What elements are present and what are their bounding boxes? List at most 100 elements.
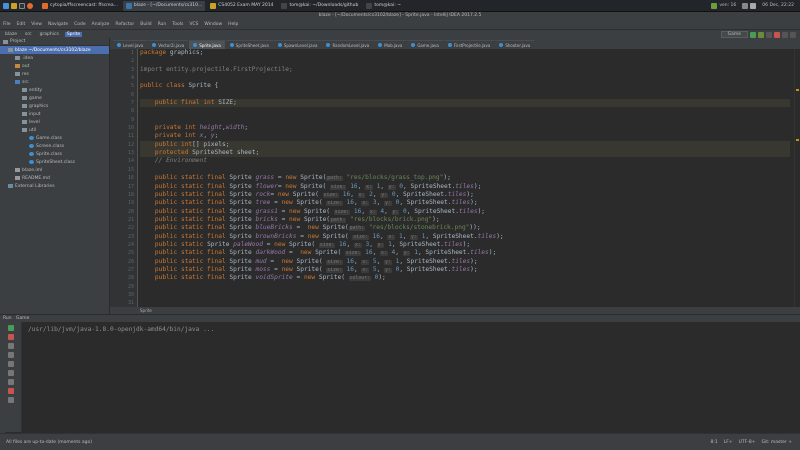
project-panel-title[interactable]: Project — [10, 39, 25, 44]
class-icon — [378, 43, 383, 47]
taskbar: cytopia/ffscreencast: ffscrea... blaze - … — [0, 0, 800, 12]
scroll-to-end-icon[interactable] — [7, 352, 14, 358]
run-config-select[interactable]: Game — [720, 31, 748, 38]
line-separator[interactable]: LF÷ — [724, 440, 733, 445]
menu-item-refactor[interactable]: Refactor — [115, 22, 134, 27]
tree-item[interactable]: out — [0, 62, 109, 70]
menu-item-vcs[interactable]: VCS — [189, 22, 198, 27]
caret-position[interactable]: 8:1 — [710, 440, 717, 445]
tree-item[interactable]: blaze.iml — [0, 166, 109, 174]
tree-item[interactable]: .idea — [0, 54, 109, 62]
tree-item[interactable]: src — [0, 78, 109, 86]
editor-tab[interactable]: RandomLevel.java — [322, 40, 374, 49]
console-output[interactable]: /usr/lib/jvm/java-1.8.0-openjdk-amd64/bi… — [22, 322, 800, 432]
rerun-icon[interactable] — [7, 325, 14, 331]
menu-item-window[interactable]: Window — [204, 22, 222, 27]
editor-tab[interactable]: SpawnLevel.java — [273, 40, 322, 49]
menu-item-tools[interactable]: Tools — [172, 22, 183, 27]
app-menu-icon[interactable] — [3, 2, 9, 9]
pause-icon[interactable] — [7, 343, 14, 349]
settings-icon[interactable] — [7, 361, 14, 367]
stop-icon[interactable] — [774, 31, 780, 38]
coverage-icon[interactable] — [766, 31, 772, 38]
editor-tab[interactable]: Shooter.java — [495, 40, 535, 49]
layout-icon[interactable] — [7, 370, 14, 376]
menu-item-navigate[interactable]: Navigate — [48, 22, 68, 27]
editor-breadcrumb[interactable]: Sprite — [110, 307, 800, 314]
tree-item[interactable]: graphics — [0, 102, 109, 110]
code-token: = — [296, 232, 308, 240]
menu-item-analyze[interactable]: Analyze — [92, 22, 110, 27]
menu-item-file[interactable]: File — [3, 22, 11, 27]
status-message[interactable]: All files are up-to-date (moments ago) — [6, 440, 92, 445]
project-tree: blaze ~/Documents/cs3102/blaze .idea out re… — [0, 46, 109, 190]
help-icon[interactable] — [7, 397, 14, 403]
vcs-branch[interactable]: Git: master ÷ — [761, 440, 792, 445]
breadcrumb-item[interactable]: graphics — [38, 32, 61, 37]
terminal-icon[interactable] — [19, 2, 25, 9]
file-manager-icon[interactable] — [11, 2, 17, 9]
tree-item[interactable]: game — [0, 94, 109, 102]
tree-item[interactable]: level — [0, 118, 109, 126]
editor-tab[interactable]: Sprite.java — [189, 40, 225, 49]
taskbar-task-label: cytopia/ffscreencast: ffscrea... — [50, 3, 118, 8]
code-token: Sprite — [207, 240, 234, 248]
debug-icon[interactable] — [758, 31, 764, 38]
tree-item[interactable]: External Libraries — [0, 182, 109, 190]
editor-tab[interactable]: Level.java — [113, 40, 148, 49]
tree-item[interactable]: Game.class — [0, 134, 109, 142]
line-number: 25 — [127, 250, 134, 257]
taskbar-task[interactable]: tom@kai: ~ — [363, 1, 404, 11]
stop-icon[interactable] — [7, 334, 14, 340]
volume-icon[interactable] — [742, 2, 749, 9]
tree-item-label: input — [29, 111, 41, 117]
tree-item[interactable]: util — [0, 126, 109, 134]
run-panel-label[interactable]: Run — [3, 316, 12, 321]
menu-item-build[interactable]: Build — [140, 22, 151, 27]
taskbar-task[interactable]: cytopia/ffscreencast: ffscrea... — [39, 1, 121, 11]
tree-item[interactable]: Screen.class — [0, 142, 109, 150]
browser-icon[interactable] — [27, 2, 33, 9]
run-icon[interactable] — [750, 31, 756, 38]
breadcrumb-item[interactable]: blaze — [3, 32, 19, 37]
code-token: public static final — [140, 207, 230, 215]
menu-item-view[interactable]: View — [31, 22, 42, 27]
menu-item-help[interactable]: Help — [228, 22, 238, 27]
run-panel-config[interactable]: Game — [16, 316, 29, 321]
file-encoding[interactable]: UTF-8÷ — [739, 440, 756, 445]
breadcrumb-item[interactable]: Sprite — [64, 31, 83, 37]
editor-tab[interactable]: Mob.java — [374, 40, 407, 49]
editor-tab[interactable]: SpriteSheet.java — [225, 40, 273, 49]
network-icon[interactable] — [711, 2, 718, 9]
code-line: // Environment — [140, 157, 790, 165]
code-token: path: — [348, 226, 366, 232]
taskbar-task[interactable]: blaze - [~/Documents/cs310... — [122, 0, 206, 11]
build-icon[interactable] — [782, 31, 788, 38]
editor-scrollbar[interactable] — [794, 49, 800, 307]
search-icon[interactable] — [790, 31, 796, 38]
tree-item[interactable]: SpriteSheet.class — [0, 158, 109, 166]
code-token: , — [380, 182, 388, 190]
tree-item[interactable]: Sprite.class — [0, 150, 109, 158]
tree-item[interactable]: blaze ~/Documents/cs3102/blaze — [0, 46, 109, 54]
breadcrumb-item[interactable]: src — [23, 32, 34, 37]
editor-tab[interactable]: FirstProjectile.java — [443, 40, 495, 49]
tree-item[interactable]: entity — [0, 86, 109, 94]
editor-tab[interactable]: Vector2i.java — [148, 40, 189, 49]
taskbar-task[interactable]: CS4052 Exam MAY 2014 — [207, 1, 276, 11]
file-icon — [15, 168, 20, 172]
tree-item[interactable]: res — [0, 70, 109, 78]
pin-icon[interactable] — [7, 379, 14, 385]
close-icon[interactable] — [7, 388, 14, 394]
tree-item[interactable]: input — [0, 110, 109, 118]
code-editor[interactable]: package graphics; import entity.projecti… — [140, 49, 790, 307]
code-token: Sprite( — [289, 240, 319, 248]
tree-item[interactable]: README.md — [0, 174, 109, 182]
menu-item-code[interactable]: Code — [74, 22, 86, 27]
code-token: size: — [318, 242, 336, 248]
menu-item-edit[interactable]: Edit — [17, 22, 26, 27]
menu-item-run[interactable]: Run — [158, 22, 167, 27]
taskbar-task[interactable]: tom@kai: ~/Downloads/github — [278, 1, 361, 11]
editor-tab[interactable]: Game.java — [407, 40, 443, 49]
